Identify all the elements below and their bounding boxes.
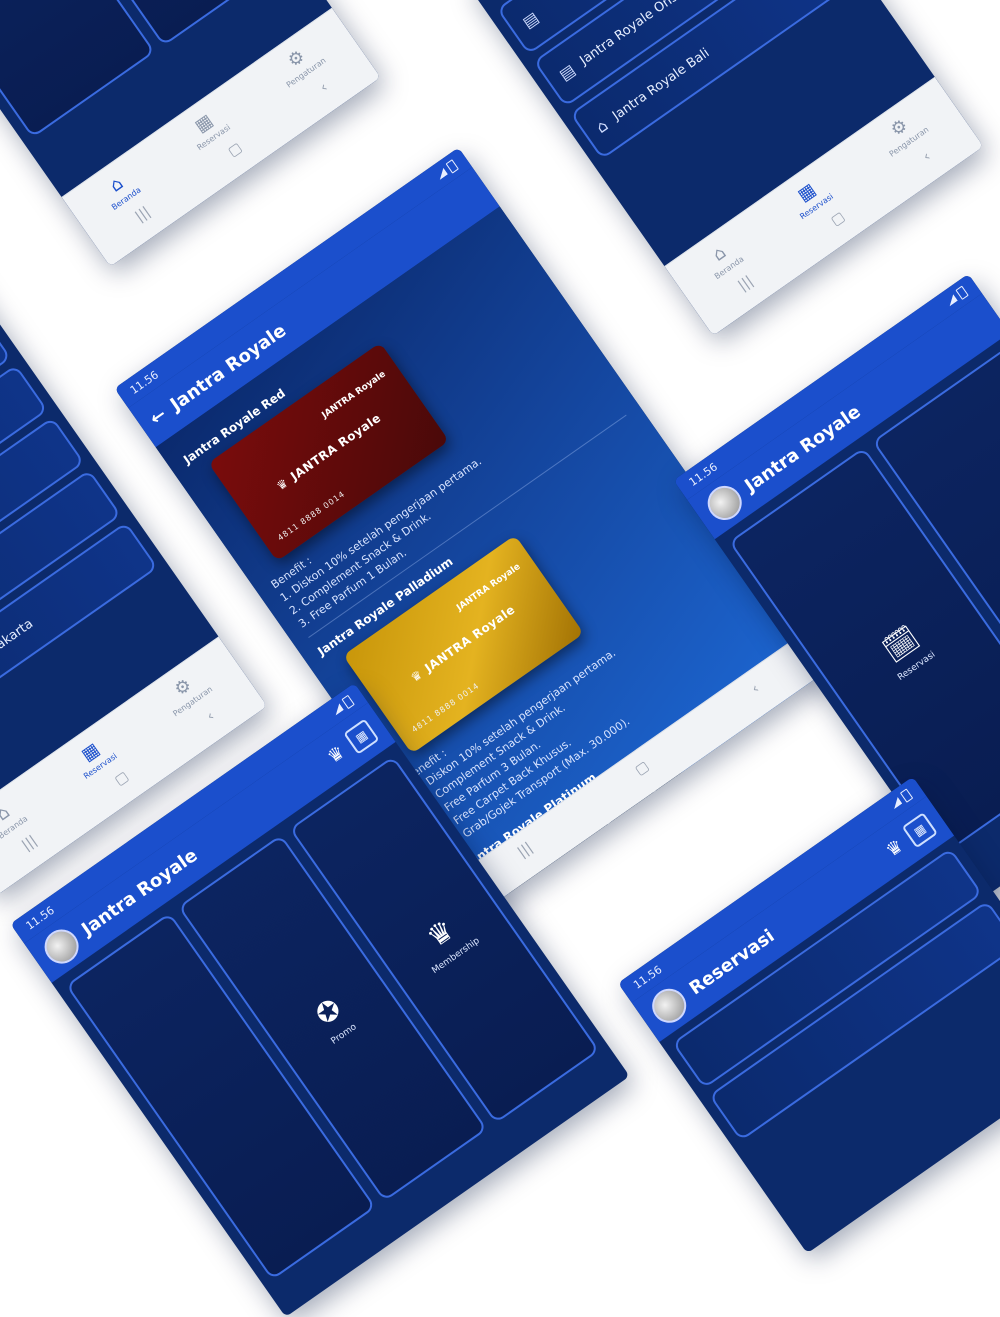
home-square-icon[interactable]: ▢	[225, 140, 245, 161]
signal-icon	[945, 294, 958, 306]
phone-bottom-right-reservasi: 11.56 Reservasi ♛ ▦	[617, 776, 1000, 1254]
crown-icon: ♛	[273, 475, 291, 494]
qr-icon[interactable]: ▦	[901, 812, 938, 849]
system-nav: ||| ▢ ‹	[689, 112, 974, 323]
badge-icon: ✪	[308, 991, 348, 1032]
home-square-icon[interactable]: ▢	[632, 758, 652, 779]
phone-top-left: ⌂ Beranda ▦ Reservasi ⚙ Pengaturan ||| ▢…	[0, 0, 381, 267]
crown-icon: ♛	[556, 879, 574, 897]
battery-icon	[899, 788, 914, 803]
home-square-icon[interactable]: ▢	[112, 768, 132, 789]
back-icon[interactable]: ‹	[749, 681, 763, 697]
building-icon: ▤	[518, 7, 542, 32]
back-icon[interactable]: ‹	[920, 149, 934, 165]
recent-apps-icon[interactable]: |||	[735, 273, 756, 294]
back-arrow-icon[interactable]: ←	[146, 404, 170, 430]
recent-apps-icon[interactable]: |||	[132, 204, 153, 225]
temple-icon: ⌂	[592, 115, 612, 137]
signal-icon	[890, 797, 903, 809]
qr-icon[interactable]: ▦	[343, 718, 380, 755]
crown-icon: ♛	[407, 666, 426, 685]
crown-icon[interactable]: ♛	[323, 741, 348, 767]
battery-icon	[341, 694, 355, 710]
home-icon: ⌂	[105, 172, 128, 197]
building-icon: ▤	[555, 59, 579, 85]
battery-icon	[445, 159, 459, 174]
recent-apps-icon[interactable]: |||	[515, 840, 536, 861]
crown-icon[interactable]: ♛	[882, 835, 907, 861]
signal-icon	[331, 703, 344, 715]
card-brand: ♛ JANTRA Royale	[407, 602, 518, 685]
tile[interactable]	[0, 0, 156, 139]
card-brand: ♛ JANTRA Royale	[273, 410, 384, 494]
battery-icon	[955, 285, 969, 300]
crown-icon: ♛	[420, 912, 460, 954]
home-square-icon[interactable]: ▢	[828, 209, 848, 230]
status-bar: 11.56	[617, 776, 927, 1003]
home-icon: ⌂	[708, 241, 731, 266]
back-icon[interactable]: ‹	[317, 80, 331, 96]
avatar[interactable]	[645, 982, 693, 1030]
recent-apps-icon[interactable]: |||	[19, 833, 40, 854]
back-icon[interactable]: ‹	[204, 708, 218, 724]
signal-icon	[435, 168, 448, 180]
